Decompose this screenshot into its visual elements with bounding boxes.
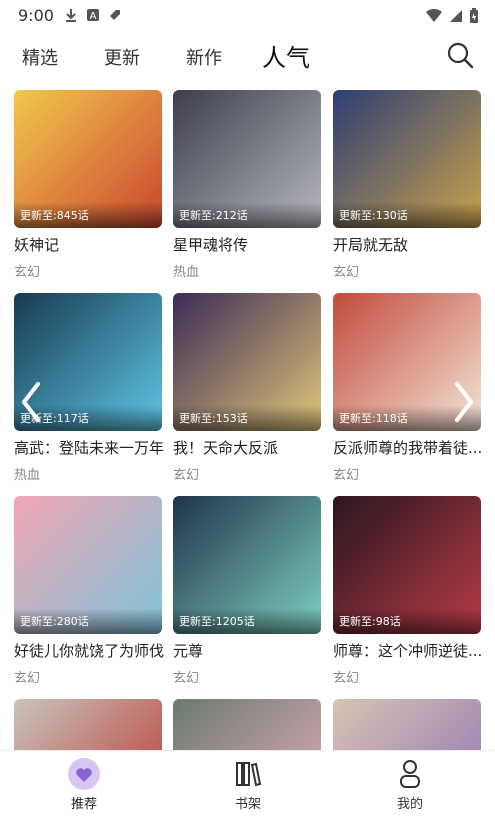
comic-title: 高武：登陆未来一万年 [14,439,164,457]
comic-card[interactable]: 更新至:280话 好徒儿你就饶了为师伐 玄幻 [14,496,164,686]
chevron-left-icon[interactable] [18,380,44,424]
comic-genre: 玄幻 [333,671,360,686]
update-badge: 更新至:153话 [179,412,248,425]
comic-card[interactable] [14,699,162,750]
comic-title: 星甲魂将传 [173,236,249,254]
comic-genre: 热血 [173,265,200,280]
a-badge-icon: A [87,9,99,22]
update-badge: 更新至:280话 [20,615,89,628]
download-icon [66,9,76,22]
comic-grid: 更新至:845话 妖神记 玄幻 更新至:212话 星甲魂将传 热血 更新至:13… [0,80,495,750]
comic-card[interactable]: 更新至:153话 我！天命大反派 玄幻 [173,293,321,483]
update-badge: 更新至:212话 [179,209,248,222]
comic-cover[interactable] [14,699,162,750]
nav-label: 推荐 [70,797,97,812]
comic-cover[interactable] [173,699,321,750]
comic-cover[interactable]: 更新至:845话 [14,90,162,228]
category-tabs: 精选 更新 新作 人气 [0,32,495,80]
nav-bookshelf[interactable]: 书架 [208,757,288,812]
comic-title: 元尊 [173,642,204,660]
update-badge: 更新至:1205话 [179,615,255,628]
tab-featured[interactable]: 精选 [22,44,58,70]
status-left-icons: A [64,8,122,22]
comic-title: 妖神记 [14,236,60,254]
tab-new[interactable]: 新作 [186,44,222,70]
update-badge: 更新至:130话 [339,209,408,222]
comic-cover[interactable]: 更新至:130话 [333,90,481,228]
comic-cover[interactable]: 更新至:280话 [14,496,162,634]
comic-cover[interactable]: 更新至:212话 [173,90,321,228]
comic-card[interactable]: 更新至:212话 星甲魂将传 热血 [173,90,321,280]
comic-card[interactable] [333,699,481,750]
comic-card[interactable]: 更新至:98话 师尊：这个冲师逆徒... 玄幻 [333,496,483,686]
comic-genre: 玄幻 [14,265,41,280]
tab-updated[interactable]: 更新 [104,44,140,70]
nav-label: 书架 [234,797,261,812]
search-icon[interactable] [445,40,475,70]
comic-cover[interactable] [333,699,481,750]
comic-genre: 玄幻 [333,468,360,483]
comic-card[interactable]: 更新至:1205话 元尊 玄幻 [173,496,321,686]
signal-icon [450,10,462,22]
nav-recommend[interactable]: 推荐 [44,757,124,812]
comic-cover[interactable]: 更新至:1205话 [173,496,321,634]
comic-genre: 玄幻 [333,265,360,280]
comic-cover[interactable]: 更新至:153话 [173,293,321,431]
comic-title: 好徒儿你就饶了为师伐 [14,642,164,660]
svg-text:A: A [90,11,97,22]
bottom-nav: 推荐 书架 我的 [0,750,495,816]
update-badge: 更新至:845话 [20,209,89,222]
comic-card[interactable]: 更新至:845话 妖神记 玄幻 [14,90,162,280]
wifi-icon [426,9,442,22]
comic-title: 反派师尊的我带着徒... [333,439,483,457]
comic-genre: 玄幻 [14,671,41,686]
tag-icon [110,10,120,20]
tab-popular[interactable]: 人气 [262,38,310,73]
battery-icon [470,8,478,23]
nav-mine[interactable]: 我的 [370,757,450,812]
comic-genre: 热血 [14,468,41,483]
status-bar: 9:00 A [0,0,495,32]
comic-title: 开局就无敌 [333,236,409,254]
comic-title: 我！天命大反派 [173,439,279,457]
nav-label: 我的 [396,797,423,812]
comic-card[interactable]: 更新至:130话 开局就无敌 玄幻 [333,90,481,280]
status-time: 9:00 [18,6,54,25]
update-badge: 更新至:98话 [339,615,401,628]
comic-genre: 玄幻 [173,671,200,686]
comic-title: 师尊：这个冲师逆徒... [333,642,483,660]
person-icon [393,757,427,791]
comic-card[interactable] [173,699,321,750]
bookshelf-icon [231,757,265,791]
heart-icon [67,757,101,791]
update-badge: 更新至:118话 [339,412,408,425]
status-right-icons [425,8,479,24]
comic-cover[interactable]: 更新至:98话 [333,496,481,634]
chevron-right-icon[interactable] [451,380,477,424]
comic-genre: 玄幻 [173,468,200,483]
